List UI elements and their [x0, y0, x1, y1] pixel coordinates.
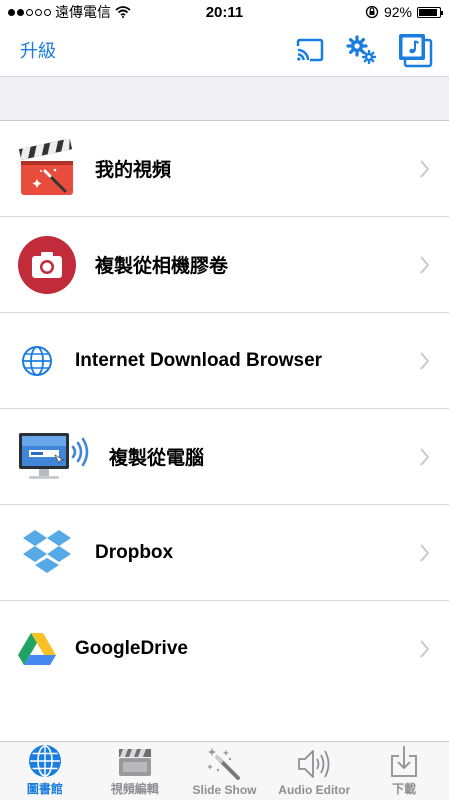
chevron-right-icon [420, 159, 430, 178]
tab-library-label: 圖書館 [26, 782, 63, 796]
cast-icon[interactable] [295, 38, 325, 62]
status-right: 92% [365, 4, 443, 20]
camera-roll-row[interactable]: 複製從相機膠卷 [0, 217, 449, 313]
tab-slide-show[interactable]: Slide Show [180, 742, 270, 800]
google-drive-row[interactable]: GoogleDrive [0, 601, 449, 696]
my-videos-label: 我的視頻 [95, 160, 172, 181]
google-drive-label: GoogleDrive [75, 637, 188, 659]
upgrade-button[interactable]: 升級 [20, 37, 56, 63]
magic-wand-icon [206, 745, 242, 783]
internet-download-browser-row[interactable]: Internet Download Browser [0, 313, 449, 409]
tab-download[interactable]: 下載 [359, 742, 449, 800]
music-library-icon[interactable] [397, 32, 433, 68]
chevron-right-icon [420, 255, 430, 274]
clapperboard-icon [117, 742, 153, 780]
download-icon [389, 742, 419, 780]
computer-wifi-icon [17, 427, 91, 487]
tab-video-editor-label: 視頻編輯 [110, 782, 159, 796]
speaker-icon [296, 745, 332, 783]
internet-download-browser-label: Internet Download Browser [75, 349, 323, 371]
nav-actions [295, 32, 433, 68]
tab-bar: 圖書館 視頻編輯 Slide Show Audio Editor 下載 [0, 741, 449, 800]
dropbox-label: Dropbox [95, 541, 174, 563]
signal-icon [8, 8, 51, 16]
camera-icon [17, 235, 77, 295]
orientation-lock-icon [365, 5, 379, 19]
status-left: 遠傳電信 [8, 2, 131, 22]
chevron-right-icon [420, 447, 430, 466]
copy-from-computer-row[interactable]: 複製從電腦 [0, 409, 449, 505]
source-list: 我的視頻 複製從相機膠卷 Internet Download Browser 複… [0, 121, 449, 696]
globe-icon [28, 742, 62, 780]
tab-library[interactable]: 圖書館 [0, 742, 90, 800]
globe-icon [17, 331, 57, 391]
battery-percent: 92% [383, 4, 412, 20]
battery-icon [417, 6, 443, 18]
carrier-label: 遠傳電信 [55, 4, 111, 20]
copy-from-computer-label: 複製從電腦 [109, 448, 205, 469]
status-bar: 遠傳電信 20:11 92% [0, 0, 449, 24]
chevron-right-icon [420, 351, 430, 370]
tab-download-label: 下載 [392, 782, 417, 796]
tab-video-editor[interactable]: 視頻編輯 [90, 742, 180, 800]
wifi-icon [115, 6, 131, 18]
camera-roll-label: 複製從相機膠卷 [95, 256, 229, 277]
section-header-spacer [0, 76, 449, 121]
tab-audio-editor-label: Audio Editor [278, 783, 351, 797]
dropbox-icon [17, 523, 77, 583]
settings-gears-icon[interactable] [345, 35, 377, 65]
dropbox-row[interactable]: Dropbox [0, 505, 449, 601]
chevron-right-icon [420, 543, 430, 562]
chevron-right-icon [420, 639, 430, 658]
google-drive-icon [17, 619, 57, 679]
my-videos-row[interactable]: 我的視頻 [0, 121, 449, 217]
tab-slide-show-label: Slide Show [192, 783, 257, 797]
tab-audio-editor[interactable]: Audio Editor [269, 742, 359, 800]
clapperboard-icon [17, 138, 77, 199]
navigation-bar: 升級 [0, 24, 449, 76]
